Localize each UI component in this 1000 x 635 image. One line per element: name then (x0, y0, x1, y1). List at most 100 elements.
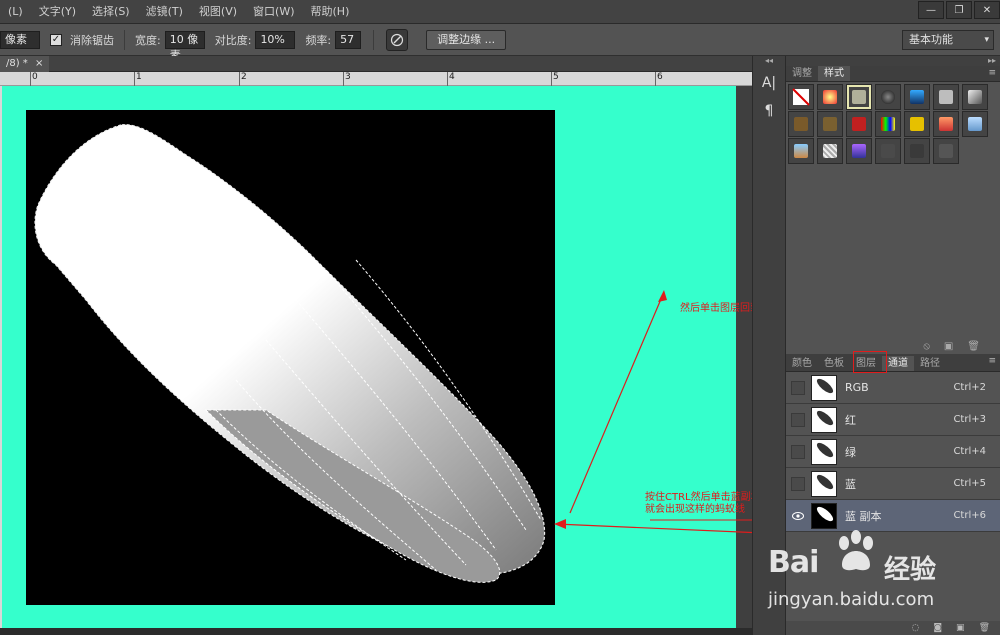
ruler-label: 3 (345, 72, 351, 82)
style-swatch[interactable] (788, 138, 814, 164)
channel-name: 绿 (845, 445, 856, 459)
trash-icon[interactable]: 🗑 (967, 341, 980, 352)
annotation-note-line2: 就会出现这样的蚂蚁线 (645, 504, 745, 515)
channel-thumbnail (811, 374, 837, 401)
document-tab[interactable]: /8) * × (0, 56, 50, 72)
panel-menu-icon[interactable]: ≡ (988, 68, 996, 78)
channel-name: 红 (845, 413, 856, 427)
style-swatch[interactable] (962, 111, 988, 137)
visibility-toggle[interactable] (791, 412, 805, 427)
stylus-icon (391, 33, 404, 46)
style-swatch[interactable] (875, 84, 901, 110)
ruler-label: 2 (241, 72, 247, 82)
menu-item-filter[interactable]: 滤镜(T) (138, 0, 191, 24)
new-style-icon[interactable]: ▣ (944, 341, 953, 352)
tab-styles[interactable]: 样式 (818, 66, 850, 81)
tab-color[interactable]: 颜色 (786, 356, 818, 371)
expand-grip-icon[interactable]: ▸▸ (786, 56, 1000, 66)
visibility-toggle[interactable] (791, 476, 805, 491)
layers-tab-highlight (853, 351, 887, 373)
tab-swatches[interactable]: 色板 (818, 356, 850, 371)
cicada-wing-image (34, 124, 546, 583)
style-swatch[interactable] (788, 111, 814, 137)
save-selection-icon[interactable]: ◙ (933, 623, 942, 633)
style-swatch-selected[interactable] (846, 84, 872, 110)
style-swatch[interactable] (817, 84, 843, 110)
watermark-url: jingyan.baidu.com (768, 589, 935, 610)
menu-item-help[interactable]: 帮助(H) (303, 0, 358, 24)
trash-icon[interactable]: 🗑 (979, 623, 990, 633)
load-selection-icon[interactable]: ◌ (911, 623, 919, 633)
visibility-toggle[interactable] (791, 444, 805, 459)
styles-grid (786, 82, 1000, 166)
eye-icon[interactable] (791, 509, 805, 523)
paragraph-panel-button[interactable]: ¶ (756, 100, 782, 122)
visibility-toggle[interactable] (791, 380, 805, 395)
panel-menu-icon[interactable]: ≡ (988, 356, 996, 366)
style-swatch[interactable] (904, 138, 930, 164)
style-swatch[interactable] (846, 138, 872, 164)
menu-bar: (L) 文字(Y) 选择(S) 滤镜(T) 视图(V) 窗口(W) 帮助(H) … (0, 0, 1000, 24)
style-swatch[interactable] (875, 111, 901, 137)
style-swatch[interactable] (933, 84, 959, 110)
width-field[interactable]: 10 像素 (164, 30, 205, 62)
style-swatch[interactable] (817, 111, 843, 137)
character-panel-button[interactable]: A| (756, 72, 782, 94)
ruler-label: 5 (553, 72, 559, 82)
new-channel-icon[interactable]: ▣ (956, 623, 965, 633)
style-swatch[interactable] (962, 84, 988, 110)
workspace-select[interactable]: 基本功能 ▾ (902, 30, 994, 50)
style-swatch[interactable] (817, 138, 843, 164)
style-swatch[interactable] (933, 111, 959, 137)
document-image[interactable] (26, 110, 555, 605)
ruler-label: 4 (449, 72, 455, 82)
vertical-scrollbar[interactable] (736, 86, 752, 628)
contrast-field[interactable]: 10% (255, 30, 296, 49)
window-controls: — ❐ ✕ (916, 0, 1000, 20)
antialias-checkbox[interactable]: ✓ (50, 33, 62, 46)
clear-style-icon[interactable]: ⦸ (923, 341, 930, 352)
collapse-grip-icon[interactable]: ◂◂ (753, 56, 785, 66)
channel-row-blue[interactable]: 蓝 Ctrl+5 (786, 468, 1000, 500)
style-swatch[interactable] (904, 84, 930, 110)
channel-thumbnail (811, 438, 837, 465)
tab-adjustments[interactable]: 调整 (786, 66, 818, 81)
menu-item-select[interactable]: 选择(S) (84, 0, 138, 24)
contrast-label: 对比度: (214, 33, 252, 47)
width-label: 宽度: (135, 33, 161, 47)
no-style-icon (792, 88, 810, 106)
status-bar (0, 628, 752, 635)
channels-panel-tabs: 颜色 色板 图层 通道 路径 ≡ (786, 354, 1000, 372)
channel-row-red[interactable]: 红 Ctrl+3 (786, 404, 1000, 436)
minimize-button[interactable]: — (918, 1, 944, 19)
channel-row-rgb[interactable]: RGB Ctrl+2 (786, 372, 1000, 404)
pen-pressure-button[interactable] (386, 28, 409, 51)
menu-item-window[interactable]: 窗口(W) (245, 0, 302, 24)
frequency-field[interactable]: 57 (335, 30, 362, 49)
refine-edge-button[interactable]: 调整边缘 ... (426, 29, 507, 50)
style-swatch[interactable] (875, 138, 901, 164)
channel-name: 蓝 副本 (845, 509, 882, 523)
channel-row-green[interactable]: 绿 Ctrl+4 (786, 436, 1000, 468)
unit-field[interactable]: 像素 (0, 30, 40, 49)
restore-button[interactable]: ❐ (946, 1, 972, 19)
antialias-label: 消除锯齿 (70, 33, 114, 47)
styles-panel-footer: ⦸ ▣ 🗑 (786, 338, 1000, 354)
style-swatch[interactable] (933, 138, 959, 164)
divider (124, 29, 125, 50)
channel-shortcut: Ctrl+4 (953, 446, 986, 457)
menu-item-layer[interactable]: (L) (0, 0, 31, 24)
style-swatch[interactable] (904, 111, 930, 137)
workspace-label: 基本功能 (909, 33, 953, 46)
watermark-brand: Bai (768, 545, 819, 580)
channels-panel-footer: ◌ ◙ ▣ 🗑 (786, 621, 1000, 635)
menu-item-type[interactable]: 文字(Y) (31, 0, 84, 24)
channel-name: RGB (845, 381, 869, 394)
tab-paths[interactable]: 路径 (914, 356, 946, 371)
close-button[interactable]: ✕ (974, 1, 1000, 19)
menu-item-view[interactable]: 视图(V) (191, 0, 245, 24)
ruler-label: 6 (657, 72, 663, 82)
style-swatch[interactable] (846, 111, 872, 137)
style-swatch-none[interactable] (788, 84, 814, 110)
close-tab-icon[interactable]: × (35, 58, 43, 69)
